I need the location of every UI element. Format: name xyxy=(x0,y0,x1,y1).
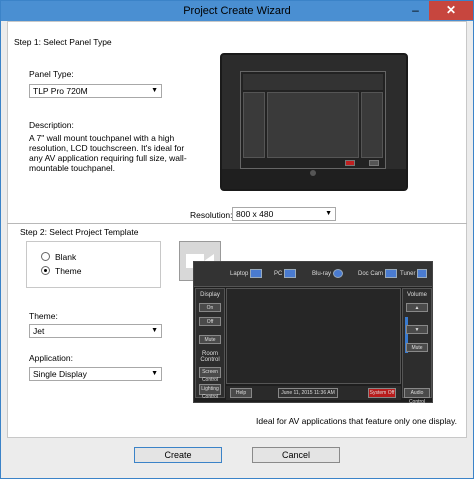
panel-preview-screen xyxy=(240,71,386,169)
cancel-button[interactable]: Cancel xyxy=(252,447,340,463)
template-main-area xyxy=(226,288,401,384)
chevron-down-icon: ▼ xyxy=(151,87,158,94)
radio-theme[interactable] xyxy=(41,266,50,275)
template-tab: PC xyxy=(274,266,297,282)
resolution-label: Resolution: xyxy=(190,210,233,220)
template-right-panel: Volume ▲ ▼ Mute xyxy=(402,288,432,398)
footer: Create Cancel xyxy=(1,438,473,478)
template-tab: Blu-ray xyxy=(312,266,344,282)
title-bar: Project Create Wizard – ✕ xyxy=(1,1,473,21)
display-off-button: Off xyxy=(199,317,221,326)
resolution-select[interactable]: 800 x 480 ▼ xyxy=(232,207,336,221)
audio-control-button: Audio Control xyxy=(404,388,430,405)
application-select[interactable]: Single Display ▼ xyxy=(29,367,162,381)
panel-preview-image xyxy=(220,53,408,191)
description-line: any AV application requiring full size, … xyxy=(29,153,187,163)
template-left-panel: Display On Off Mute Room Control Screen … xyxy=(195,288,225,400)
screen-control-button: Screen Control xyxy=(199,367,221,383)
radio-theme-label[interactable]: Theme xyxy=(55,266,81,276)
template-description: Ideal for AV applications that feature o… xyxy=(256,416,457,426)
description-label: Description: xyxy=(29,120,74,130)
room-control-title: Room Control xyxy=(200,351,220,363)
create-button[interactable]: Create xyxy=(134,447,222,463)
template-topbar: Laptop PC Blu-ray Doc Cam Tuner xyxy=(194,262,432,287)
description-line: A 7" wall mount touchpanel with a high xyxy=(29,133,175,143)
radio-blank[interactable] xyxy=(41,252,50,261)
volume-mute-button: Mute xyxy=(406,343,428,352)
close-button[interactable]: ✕ xyxy=(429,1,473,20)
monitor-icon xyxy=(284,268,297,278)
camera-icon xyxy=(385,268,398,278)
system-off-button: System Off xyxy=(368,388,396,398)
template-bottombar: Help June 11, 2015 11:36 AM System Off xyxy=(226,386,401,400)
disc-icon xyxy=(333,268,344,278)
resolution-value: 800 x 480 xyxy=(236,209,274,219)
date-display: June 11, 2015 11:36 AM xyxy=(278,388,338,398)
volume-title: Volume xyxy=(406,292,427,298)
application-label: Application: xyxy=(29,353,73,363)
laptop-icon xyxy=(250,268,263,278)
description-line: resolution, LCD touchscreen. It's ideal … xyxy=(29,143,185,153)
panel-type-value: TLP Pro 720M xyxy=(33,86,88,96)
section-divider xyxy=(7,223,467,224)
radio-blank-label[interactable]: Blank xyxy=(55,252,76,262)
template-tab: Laptop xyxy=(230,266,263,282)
volume-up-icon: ▲ xyxy=(406,303,428,312)
chevron-down-icon: ▼ xyxy=(151,370,158,377)
description-line: mountable touchpanel. xyxy=(29,163,116,173)
template-tab: Tuner xyxy=(400,266,428,282)
template-radio-group: Blank Theme xyxy=(26,241,161,288)
lighting-control-button: Lighting Control xyxy=(199,384,221,400)
panel-type-select[interactable]: TLP Pro 720M ▼ xyxy=(29,84,162,98)
minimize-button[interactable]: – xyxy=(402,1,429,20)
theme-select[interactable]: Jet ▼ xyxy=(29,324,162,338)
chevron-down-icon: ▼ xyxy=(151,327,158,334)
step1-title: Step 1: Select Panel Type xyxy=(14,37,112,47)
template-tab: Doc Cam xyxy=(358,266,398,282)
theme-value: Jet xyxy=(33,326,45,336)
panel-type-label: Panel Type: xyxy=(29,69,74,79)
step2-title: Step 2: Select Project Template xyxy=(20,227,139,237)
theme-label: Theme: xyxy=(29,311,58,321)
template-preview: Laptop PC Blu-ray Doc Cam Tuner Display … xyxy=(193,261,433,405)
display-on-button: On xyxy=(199,303,221,312)
display-mute-button: Mute xyxy=(199,335,221,344)
chevron-down-icon: ▼ xyxy=(325,210,332,217)
application-value: Single Display xyxy=(33,369,87,379)
tuner-icon xyxy=(417,268,428,278)
help-button: Help xyxy=(230,388,252,398)
panel-description: A 7" wall mount touchpanel with a high r… xyxy=(29,133,187,173)
display-title: Display xyxy=(200,292,220,298)
wizard-window: Project Create Wizard – ✕ Step 1: Select… xyxy=(0,0,474,479)
volume-down-icon: ▼ xyxy=(406,325,428,334)
device-logo-icon xyxy=(310,170,316,176)
